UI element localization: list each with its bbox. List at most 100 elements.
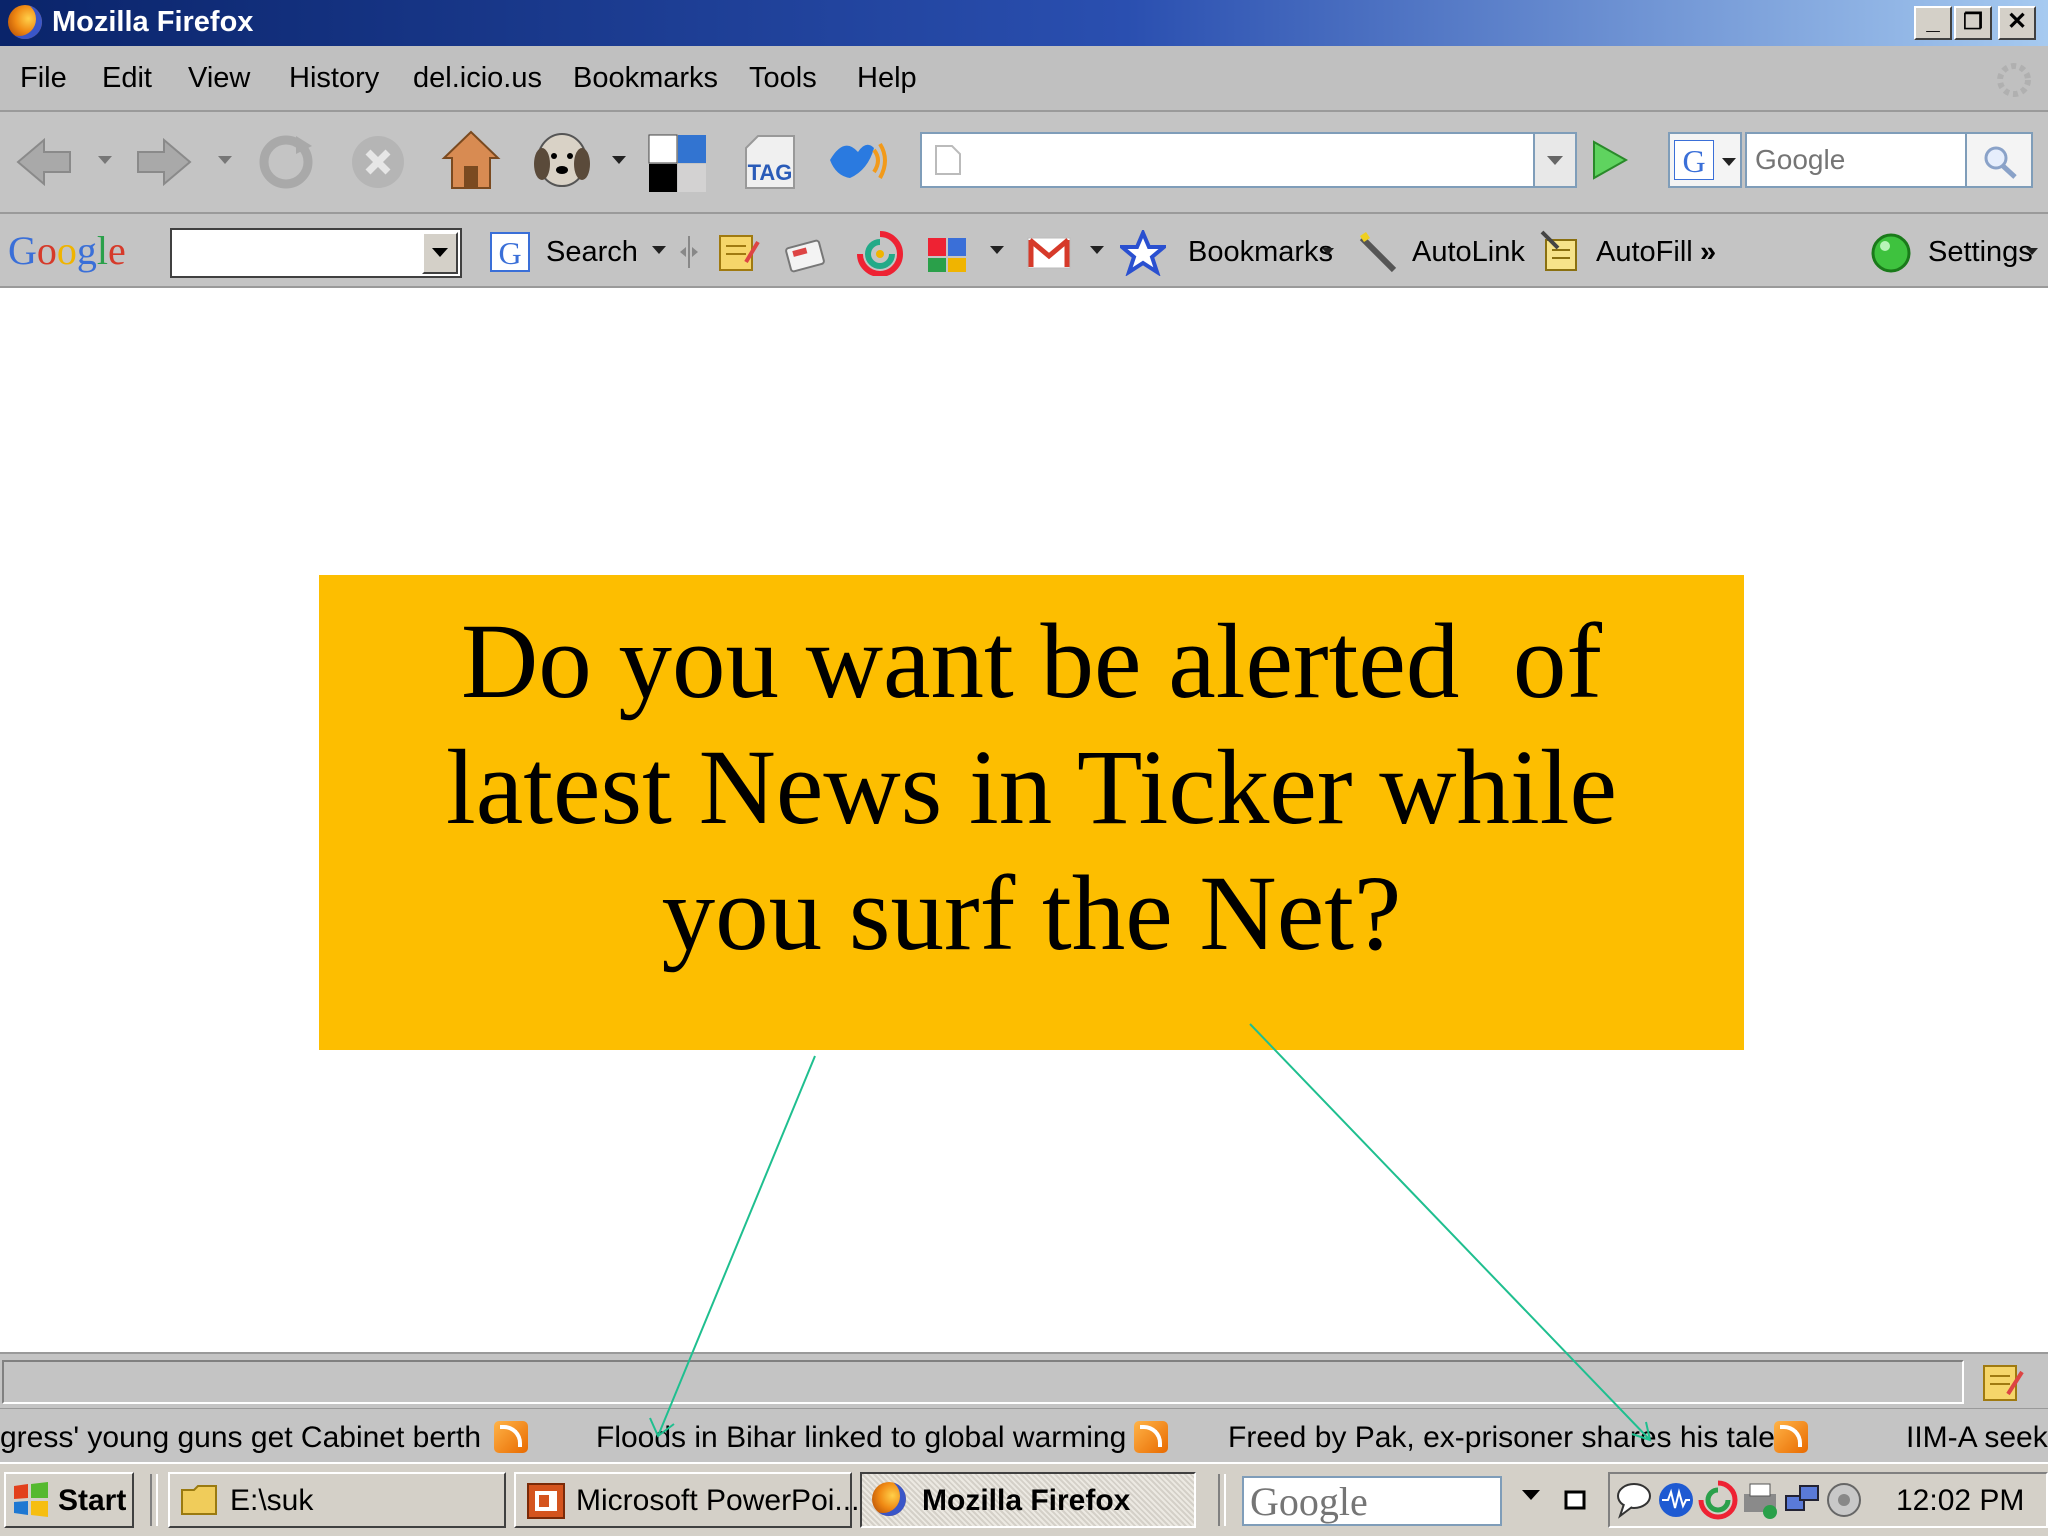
menu-tools[interactable]: Tools (749, 62, 817, 95)
picasa-spiral-icon[interactable] (856, 230, 904, 276)
home-icon[interactable] (440, 128, 502, 194)
taskbar-firefox-label: Mozilla Firefox (922, 1484, 1131, 1517)
status-green-dot-icon[interactable] (1870, 232, 1912, 274)
ticker-item-2[interactable]: Floods in Bihar linked to global warming (596, 1421, 1126, 1455)
ticker-item-1[interactable]: gress' young guns get Cabinet berth (0, 1421, 481, 1455)
gadget-icon[interactable] (924, 230, 970, 276)
notepad-icon[interactable] (1980, 1360, 2026, 1404)
menu-edit[interactable]: Edit (102, 62, 152, 95)
swirl-app-icon[interactable] (1698, 1480, 1738, 1520)
chevron-down-icon[interactable] (1090, 246, 1104, 256)
callout-box: Do you want be alerted of latest News in… (319, 575, 1744, 1050)
chevron-down-icon[interactable] (652, 246, 666, 256)
google-search-dropdown[interactable] (422, 232, 458, 274)
autolink-button[interactable]: AutoLink (1412, 236, 1525, 269)
stop-icon[interactable] (348, 132, 408, 192)
menu-bookmarks[interactable]: Bookmarks (573, 62, 718, 95)
rss-icon[interactable] (1774, 1421, 1808, 1453)
forward-dropdown-icon[interactable] (218, 156, 232, 168)
start-label: Start (58, 1484, 127, 1517)
taskbar-google-input[interactable] (1244, 1478, 1500, 1524)
taskbar-google-search[interactable] (1242, 1476, 1502, 1526)
url-bar[interactable] (920, 132, 1535, 188)
autolink-wand-icon[interactable] (1356, 230, 1400, 274)
google-search-g-icon: G (490, 232, 530, 272)
back-arrow-icon[interactable] (14, 134, 74, 190)
chat-bubble-icon[interactable] (1614, 1480, 1654, 1520)
tag-icon[interactable]: TAG (740, 134, 800, 192)
navigation-toolbar: TAG G (0, 112, 2048, 214)
star-bookmark-icon[interactable] (1120, 230, 1166, 276)
chevron-down-icon[interactable] (990, 246, 1004, 256)
svg-text:G: G (1682, 143, 1705, 179)
notebook-icon[interactable] (716, 232, 760, 274)
forward-arrow-icon[interactable] (134, 134, 194, 190)
autofill-icon[interactable] (1540, 230, 1584, 274)
chevron-down-icon[interactable] (2026, 248, 2038, 256)
clock: 12:02 PM (1896, 1484, 2025, 1517)
menu-history[interactable]: History (289, 62, 379, 95)
network-wave-icon[interactable] (1656, 1480, 1696, 1520)
close-button[interactable]: ✕ (1998, 6, 2036, 40)
page-icon (935, 145, 961, 175)
delicious-icon[interactable] (648, 134, 708, 192)
svg-text:G: G (498, 235, 521, 271)
taskbar-explorer-button[interactable]: E:\suk (168, 1472, 506, 1528)
google-toolbar: Google G Search Bookmarks AutoLink AutoF… (0, 214, 2048, 288)
taskbar-powerpoint-button[interactable]: Microsoft PowerPoi... (514, 1472, 859, 1528)
search-button[interactable] (1967, 132, 2033, 188)
search-engine-selector[interactable]: G (1668, 132, 1742, 188)
network-computers-icon[interactable] (1782, 1480, 1822, 1520)
chevron-down-icon[interactable] (1322, 248, 1334, 256)
callout-line-2: latest News in Ticker while (446, 729, 1617, 847)
search-input[interactable] (1747, 134, 1965, 186)
google-logo-text: Google (8, 228, 126, 273)
menu-delicious[interactable]: del.icio.us (413, 62, 542, 95)
translate-card-icon[interactable] (782, 234, 830, 274)
minimize-button[interactable]: _ (1914, 6, 1952, 40)
url-input[interactable] (922, 134, 1533, 186)
firefox-logo-icon (872, 1482, 906, 1516)
gmail-icon[interactable] (1026, 234, 1072, 272)
menu-view[interactable]: View (188, 62, 250, 95)
rss-icon[interactable] (494, 1421, 528, 1453)
rss-icon[interactable] (1134, 1421, 1168, 1453)
callout-line-1: Do you want be alerted of (461, 603, 1602, 721)
back-dropdown-icon[interactable] (98, 156, 112, 168)
google-toolbar-search-field[interactable] (170, 228, 462, 278)
folder-icon (181, 1485, 217, 1515)
autofill-button[interactable]: AutoFill (1596, 236, 1693, 269)
restore-button[interactable]: ❐ (1954, 6, 1992, 40)
url-history-dropdown[interactable] (1535, 132, 1577, 188)
show-desktop-icon[interactable] (1564, 1488, 1586, 1510)
menu-file[interactable]: File (20, 62, 67, 95)
bird-feed-icon[interactable] (824, 130, 888, 192)
taskbar-firefox-button[interactable]: Mozilla Firefox (860, 1472, 1196, 1528)
reload-icon[interactable] (256, 132, 316, 192)
callout-line-3: you surf the Net? (661, 855, 1402, 973)
chevron-down-icon (1722, 158, 1736, 166)
dog-dropdown-icon[interactable] (612, 156, 626, 168)
volume-icon[interactable] (1824, 1480, 1864, 1520)
system-tray: 12:02 PM (1608, 1472, 2048, 1528)
printer-icon[interactable] (1740, 1480, 1780, 1520)
chevron-down-icon[interactable] (1522, 1490, 1540, 1502)
bookmarks-button[interactable]: Bookmarks (1188, 236, 1333, 269)
google-g-icon: G (1674, 140, 1714, 180)
taskbar-explorer-label: E:\suk (230, 1484, 314, 1517)
google-search-button[interactable]: Search (546, 236, 638, 269)
chevron-down-icon (1547, 156, 1563, 165)
search-box[interactable] (1745, 132, 1967, 188)
settings-button[interactable]: Settings (1928, 236, 2033, 269)
dog-search-icon[interactable] (532, 130, 592, 194)
ticker-item-4[interactable]: IIM-A seeks (1906, 1421, 2048, 1455)
ticker-item-3[interactable]: Freed by Pak, ex-prisoner shares his tal… (1228, 1421, 1775, 1455)
window-title: Mozilla Firefox (52, 6, 254, 38)
taskbar-separator (150, 1474, 158, 1526)
more-chevron-button[interactable]: » (1700, 236, 1716, 269)
go-icon[interactable] (1586, 138, 1630, 182)
start-button[interactable]: Start (4, 1472, 134, 1528)
menu-help[interactable]: Help (857, 62, 917, 95)
menu-bar: File Edit View History del.icio.us Bookm… (0, 46, 2048, 112)
svg-text:TAG: TAG (748, 160, 793, 185)
